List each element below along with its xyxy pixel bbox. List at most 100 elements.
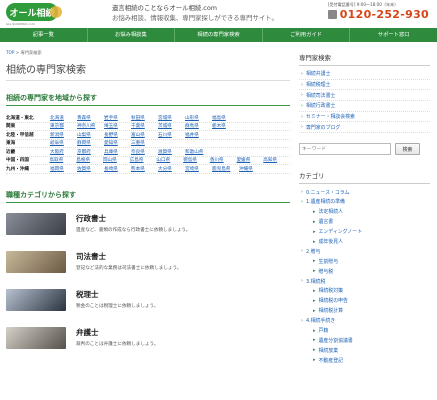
sidebar-search-link[interactable]: › 専門家のブログ [299,122,430,134]
prefecture-link[interactable]: 青森県 [77,115,104,121]
category-photo [6,212,66,235]
sidebar-subcategory-link[interactable]: ▸ エンディングノート [299,227,430,237]
sidebar-subcategory-link[interactable]: ▸ 相続放棄 [299,345,430,355]
sidebar-subcategory-link[interactable]: ▸ 不動産登記 [299,355,430,365]
prefecture-link[interactable]: 三重県 [131,140,158,146]
sidebar-subcategory-link[interactable]: ▸ 成年後見人 [299,237,430,247]
sidebar-category-link[interactable]: › 1.遺産相続の準備 [299,197,430,207]
keyword-search-input[interactable] [299,143,391,156]
prefecture-link[interactable]: 静岡県 [77,140,104,146]
category-name[interactable]: 弁護士 [76,327,158,338]
prefecture-link[interactable]: 広島県 [130,157,157,163]
prefecture-link[interactable]: 福岡県 [50,166,77,172]
prefecture-link[interactable]: 山形県 [185,115,212,121]
category-item[interactable]: 司法書士 登記など法的な業務は司法書士に依頼しましょう。 [6,250,290,279]
prefecture-link[interactable]: 山梨県 [77,132,104,138]
phone-icon [327,10,337,19]
prefecture-link[interactable]: 新潟県 [50,132,77,138]
nav-item-expert-search[interactable]: 相続の専門家検索 [175,28,263,42]
prefecture-link[interactable]: 群馬県 [185,123,212,129]
prefecture-link[interactable]: 大分県 [158,166,185,172]
category-text: 司法書士 登記など法的な業務は司法書士に依頼しましょう。 [76,251,181,279]
region-name: 中国・四国 [6,158,29,164]
prefecture-link[interactable]: 長野県 [104,132,131,138]
prefecture-link[interactable]: 島根県 [76,157,103,163]
prefecture-link[interactable]: 愛媛県 [237,157,264,163]
sidebar-category-link[interactable]: › 4.相続手続き [299,316,430,326]
prefecture-link[interactable]: 和歌山県 [185,149,212,155]
prefecture-link[interactable]: 香川県 [210,157,237,163]
prefecture-link[interactable]: 石川県 [158,132,185,138]
sidebar-subcategory-link[interactable]: ▸ 相続税の申告 [299,296,430,306]
breadcrumb-top[interactable]: TOP [6,50,14,55]
category-item[interactable]: 行政書士 遺産など、書類の作成なら行政書士に依頼しましょう。 [6,212,290,241]
prefecture-link[interactable]: 熊本県 [131,166,158,172]
sidebar-search-link[interactable]: › 相続司法書士 [299,90,430,102]
prefecture-link[interactable]: 鳥取県 [50,157,77,163]
prefecture-link[interactable]: 千葉県 [131,123,158,129]
category-name[interactable]: 行政書士 [76,213,190,224]
search-button[interactable]: 検索 [395,143,420,156]
prefecture-link[interactable]: 山口県 [156,157,183,163]
prefecture-link[interactable]: 奈良県 [131,149,158,155]
prefecture-link[interactable]: 鹿児島県 [212,166,239,172]
sidebar-category-label: 4.相続手続き [306,318,336,325]
nav-item-consultations[interactable]: お悩み相談集 [88,28,176,42]
prefecture-link[interactable]: 岩手県 [104,115,131,121]
sidebar-subcategory-link[interactable]: ▸ 遺言書 [299,217,430,227]
sidebar-search-link[interactable]: › 相続弁護士 [299,69,430,80]
sidebar-subcategory-link[interactable]: ▸ 相続税計算 [299,306,430,316]
sidebar-subcategory-link[interactable]: ▸ 生前贈与 [299,256,430,266]
sidebar-search-link[interactable]: › 相続行政書士 [299,101,430,112]
sidebar-search-link[interactable]: › セミナー・相談会検索 [299,112,430,123]
prefecture-link[interactable]: 高知県 [263,157,290,163]
breadcrumb-current: 専門家検索 [20,50,42,55]
prefecture-link[interactable]: 大阪府 [50,149,77,155]
prefecture-link[interactable]: 栃木県 [212,123,239,129]
sidebar-category-link[interactable]: › 2.贈与 [299,246,430,256]
nav-item-support[interactable]: サポート窓口 [350,28,437,42]
sidebar-category-link[interactable]: › 3.相続税 [299,276,430,286]
nav-item-articles[interactable]: 記事一覧 [0,28,88,42]
prefecture-link[interactable]: 宮崎県 [185,166,212,172]
prefecture-link[interactable]: 福島県 [212,115,239,121]
prefecture-link[interactable]: 徳島県 [183,157,210,163]
sidebar-search-link[interactable]: › 相続税理士 [299,80,430,91]
prefecture-link[interactable]: 神奈川県 [77,123,104,129]
prefecture-link[interactable]: 佐賀県 [77,166,104,172]
sidebar-category-label: 2.贈与 [306,248,321,255]
prefecture-link[interactable]: 東京都 [50,123,77,129]
site-logo[interactable]: オール相続 ALL SOUZOKU.com [6,3,62,26]
prefecture-link[interactable]: 岐阜県 [50,140,77,146]
category-item[interactable]: 弁護士 裁判のことは弁護士に依頼しましょう。 [6,326,290,355]
sidebar-subcategory-link[interactable]: ▸ 相続税対策 [299,286,430,296]
sidebar-category-label: 法定相続人 [318,209,343,216]
prefecture-link[interactable]: 滋賀県 [158,149,185,155]
category-item[interactable]: 税理士 税金のことは税理士に依頼しましょう。 [6,288,290,317]
phone-number[interactable]: 0120-252-930 [327,8,429,21]
prefecture-link[interactable]: 沖縄県 [239,166,266,172]
region-name: 関東 [6,124,16,130]
category-name[interactable]: 税理士 [76,289,158,300]
region-name: 九州・沖縄 [6,166,29,172]
sidebar-subcategory-link[interactable]: ▸ 贈与税 [299,266,430,276]
sidebar-category-link[interactable]: › 0.ニュース・コラム [299,187,430,197]
nav-item-guide[interactable]: ご利用ガイド [263,28,351,42]
prefecture-link[interactable]: 宮城県 [158,115,185,121]
prefecture-link[interactable]: 長崎県 [104,166,131,172]
prefecture-link[interactable]: 秋田県 [131,115,158,121]
prefecture-link[interactable]: 兵庫県 [104,149,131,155]
prefecture-link[interactable]: 富山県 [131,132,158,138]
prefecture-link[interactable]: 北海道 [50,115,77,121]
prefecture-link[interactable]: 愛知県 [104,140,131,146]
category-name[interactable]: 司法書士 [76,251,181,262]
sidebar-subcategory-link[interactable]: ▸ 法定相続人 [299,207,430,217]
prefecture-link[interactable]: 岡山県 [103,157,130,163]
category-photo [6,250,66,273]
prefecture-link[interactable]: 茨城県 [158,123,185,129]
prefecture-link[interactable]: 福井県 [185,132,212,138]
prefecture-link[interactable]: 京都府 [77,149,104,155]
sidebar-subcategory-link[interactable]: ▸ 遺産分割協議書 [299,335,430,345]
prefecture-link[interactable]: 埼玉県 [104,123,131,129]
sidebar-subcategory-link[interactable]: ▸ 戸籍 [299,326,430,336]
